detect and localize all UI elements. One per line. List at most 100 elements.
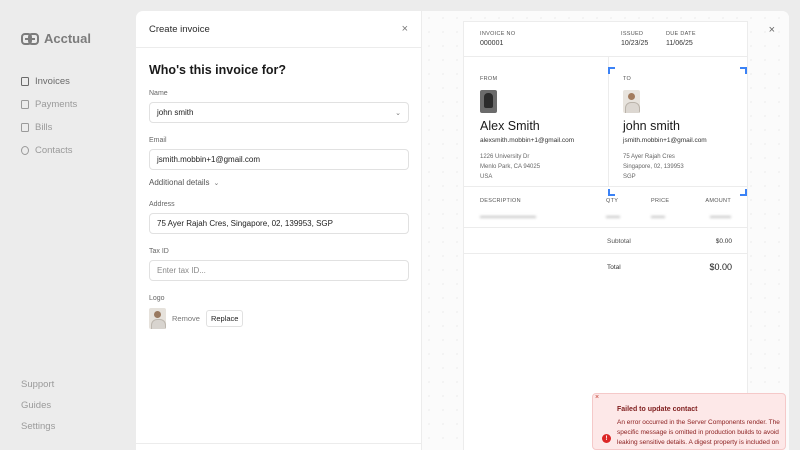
contacts-icon [21, 145, 29, 155]
price-column-label: PRICE [651, 198, 670, 204]
additional-details-toggle[interactable]: Additional details ⌄ [149, 178, 408, 187]
chevron-down-icon: ⌄ [395, 109, 401, 117]
sender-address-line: USA [480, 174, 493, 180]
sidebar-item-label: Bills [35, 121, 53, 133]
address-label: Address [149, 201, 175, 208]
sender-name: Alex Smith [480, 119, 540, 133]
additional-details-label: Additional details [149, 178, 210, 187]
sidebar-item-label: Invoices [35, 75, 70, 87]
create-invoice-sheet: Create invoice × Who's this invoice for?… [136, 11, 789, 450]
amount-column-label: AMOUNT [705, 198, 731, 204]
line-item-placeholder-row: ▬▬▬▬▬▬▬▬ ▬▬ ▬▬ ▬▬▬ [464, 206, 747, 228]
address-field-value: 75 Ayer Rajah Cres, Singapore, 02, 13995… [157, 219, 333, 228]
sender-address-line: Menlo Park, CA 94025 [480, 164, 541, 170]
logo-label: Logo [149, 295, 165, 302]
replace-logo-button[interactable]: Replace [205, 310, 244, 327]
document-icon [21, 76, 29, 86]
sidebar-item-label: Contacts [35, 144, 73, 156]
app-sidebar: Acctual Invoices Payments Bills Contacts… [0, 0, 136, 450]
invoice-no-label: INVOICE NO [480, 31, 516, 37]
subtotal-value: $0.00 [715, 238, 732, 245]
email-label: Email [149, 137, 167, 144]
invoice-form-pane: Create invoice × Who's this invoice for?… [136, 11, 422, 450]
party-divider [608, 57, 609, 187]
chevron-down-icon: ⌄ [213, 179, 220, 187]
total-row: Total $0.00 [464, 254, 747, 280]
section-heading: Who's this invoice for? [149, 63, 287, 77]
recipient-address-line: SGP [623, 174, 636, 180]
invoice-preview-card: INVOICE NO 000001 ISSUED 10/23/25 DUE DA… [463, 21, 748, 450]
sender-address-line: 1226 University Dr [480, 154, 530, 160]
close-icon[interactable]: × [402, 23, 408, 35]
recipient-address-line: Singapore, 02, 139953 [623, 164, 684, 170]
sidebar-item-contacts[interactable]: Contacts [21, 143, 77, 157]
bill-icon [21, 122, 29, 132]
invoice-parties: FROM Alex Smith alexsmith.mobbin+1@gmail… [464, 57, 747, 196]
due-date-value: 11/06/25 [666, 40, 693, 47]
name-select[interactable]: john smith ⌄ [149, 102, 409, 123]
toast-title: Failed to update contact [617, 406, 698, 413]
subtotal-row: Subtotal $0.00 [464, 228, 747, 254]
recipient-address-line: 75 Ayer Rajah Cres [623, 154, 675, 160]
selection-corner [608, 67, 615, 74]
total-label: Total [607, 264, 621, 271]
app-logo[interactable]: Acctual [21, 31, 91, 46]
sidebar-item-invoices[interactable]: Invoices [21, 74, 77, 88]
close-icon[interactable]: × [769, 24, 775, 36]
logo-mark-icon [21, 32, 39, 45]
sidebar-item-label: Payments [35, 98, 78, 110]
invoice-preview-pane: × INVOICE NO 000001 ISSUED 10/23/25 DUE … [422, 11, 789, 450]
subtotal-label: Subtotal [607, 238, 631, 245]
logo-row: Remove Replace [149, 308, 408, 329]
sidebar-item-guides[interactable]: Guides [21, 400, 55, 411]
error-toast: × ! Failed to update contact An error oc… [592, 393, 786, 450]
tax-id-label: Tax ID [149, 248, 169, 255]
recipient-name: john smith [623, 119, 680, 133]
placeholder-text: ▬▬▬ [710, 213, 731, 220]
from-label: FROM [480, 76, 498, 82]
invoice-no-value: 000001 [480, 40, 504, 47]
issued-label: ISSUED [621, 31, 644, 37]
app-logo-text: Acctual [44, 31, 91, 46]
tax-id-placeholder: Enter tax ID... [157, 266, 206, 275]
toast-message: An error occurred in the Server Componen… [617, 419, 780, 446]
sender-avatar [480, 90, 497, 113]
line-items-header: DESCRIPTION QTY PRICE AMOUNT [464, 187, 747, 206]
form-header: Create invoice × [136, 11, 421, 48]
invoice-meta: INVOICE NO 000001 ISSUED 10/23/25 DUE DA… [464, 22, 747, 57]
sidebar-item-payments[interactable]: Payments [21, 97, 77, 111]
wallet-icon [21, 99, 29, 109]
sender-address: 1226 University Dr Menlo Park, CA 94025 … [480, 152, 540, 182]
selection-corner [740, 67, 747, 74]
qty-column-label: QTY [606, 198, 619, 204]
email-field[interactable]: jsmith.mobbin+1@gmail.com [149, 149, 409, 170]
recipient-address: 75 Ayer Rajah Cres Singapore, 02, 139953… [623, 152, 684, 182]
recipient-avatar [623, 90, 640, 113]
sender-email: alexsmith.mobbin+1@gmail.com [480, 137, 575, 144]
total-value: $0.00 [709, 262, 732, 272]
address-field[interactable]: 75 Ayer Rajah Cres, Singapore, 02, 13995… [149, 213, 409, 234]
email-field-value: jsmith.mobbin+1@gmail.com [157, 155, 261, 164]
sidebar-item-settings[interactable]: Settings [21, 421, 55, 432]
close-icon[interactable]: × [595, 394, 599, 401]
logo-thumbnail [149, 308, 166, 329]
sidebar-item-bills[interactable]: Bills [21, 120, 77, 134]
remove-logo-button[interactable]: Remove [172, 314, 200, 323]
issued-value: 10/23/25 [621, 40, 649, 47]
error-icon: ! [602, 434, 611, 443]
name-select-value: john smith [157, 108, 194, 117]
sidebar-item-support[interactable]: Support [21, 379, 55, 390]
placeholder-text: ▬▬ [651, 213, 665, 220]
tax-id-field[interactable]: Enter tax ID... [149, 260, 409, 281]
name-label: Name [149, 90, 168, 97]
sidebar-nav: Invoices Payments Bills Contacts [21, 74, 77, 157]
recipient-email: jsmith.mobbin+1@gmail.com [623, 137, 707, 144]
placeholder-text: ▬▬ [606, 213, 620, 220]
form-body: Who's this invoice for? Name john smith … [136, 63, 421, 329]
description-column-label: DESCRIPTION [480, 198, 521, 204]
to-label: TO [623, 76, 632, 82]
sidebar-bottom-nav: Support Guides Settings [21, 379, 55, 432]
form-footer-divider [136, 443, 422, 444]
placeholder-text: ▬▬▬▬▬▬▬▬ [480, 213, 536, 220]
form-title: Create invoice [149, 23, 210, 35]
